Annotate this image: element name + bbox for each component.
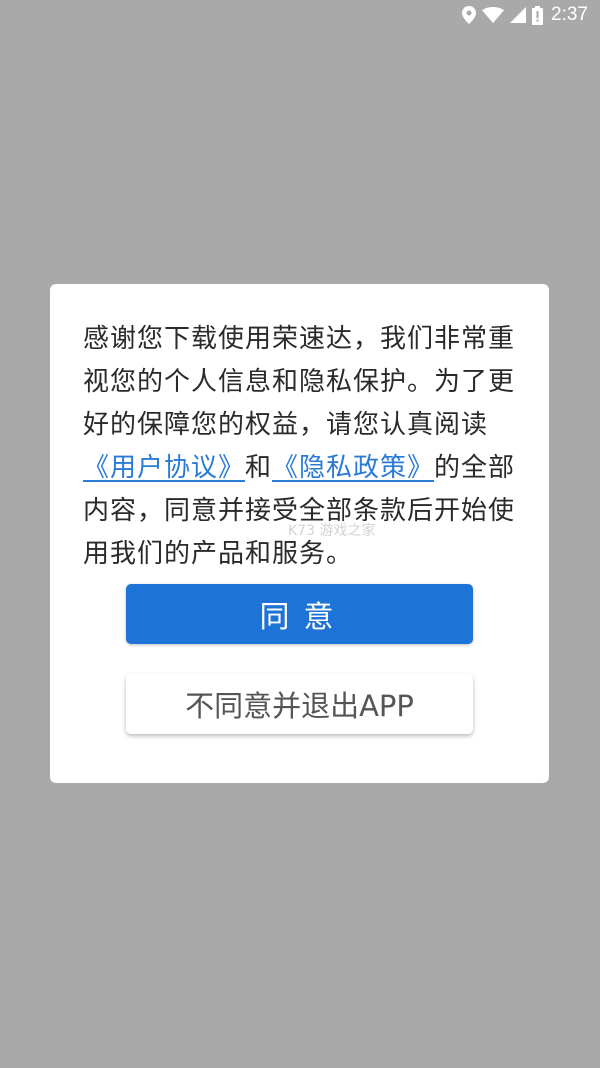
message-intro: 感谢您下载使用荣速达，我们非常重视您的个人信息和隐私保护。为了更好的保障您的权益… [83, 324, 516, 440]
privacy-policy-link[interactable]: 《隐私政策》 [272, 453, 434, 483]
cell-signal-icon [510, 7, 527, 23]
disagree-exit-button[interactable]: 不同意并退出APP [126, 674, 473, 734]
clock-time: 2:37 [551, 4, 588, 25]
location-icon [462, 6, 477, 24]
status-bar: 2:37 [0, 0, 600, 30]
watermark: K73 游戏之家 [288, 523, 376, 539]
agree-button[interactable]: 同意 [126, 584, 473, 644]
wifi-icon [482, 7, 505, 23]
message-conjunction: 和 [245, 453, 273, 483]
battery-icon [532, 5, 544, 25]
privacy-consent-dialog: 感谢您下载使用荣速达，我们非常重视您的个人信息和隐私保护。为了更好的保障您的权益… [50, 284, 549, 783]
user-agreement-link[interactable]: 《用户协议》 [83, 453, 245, 483]
